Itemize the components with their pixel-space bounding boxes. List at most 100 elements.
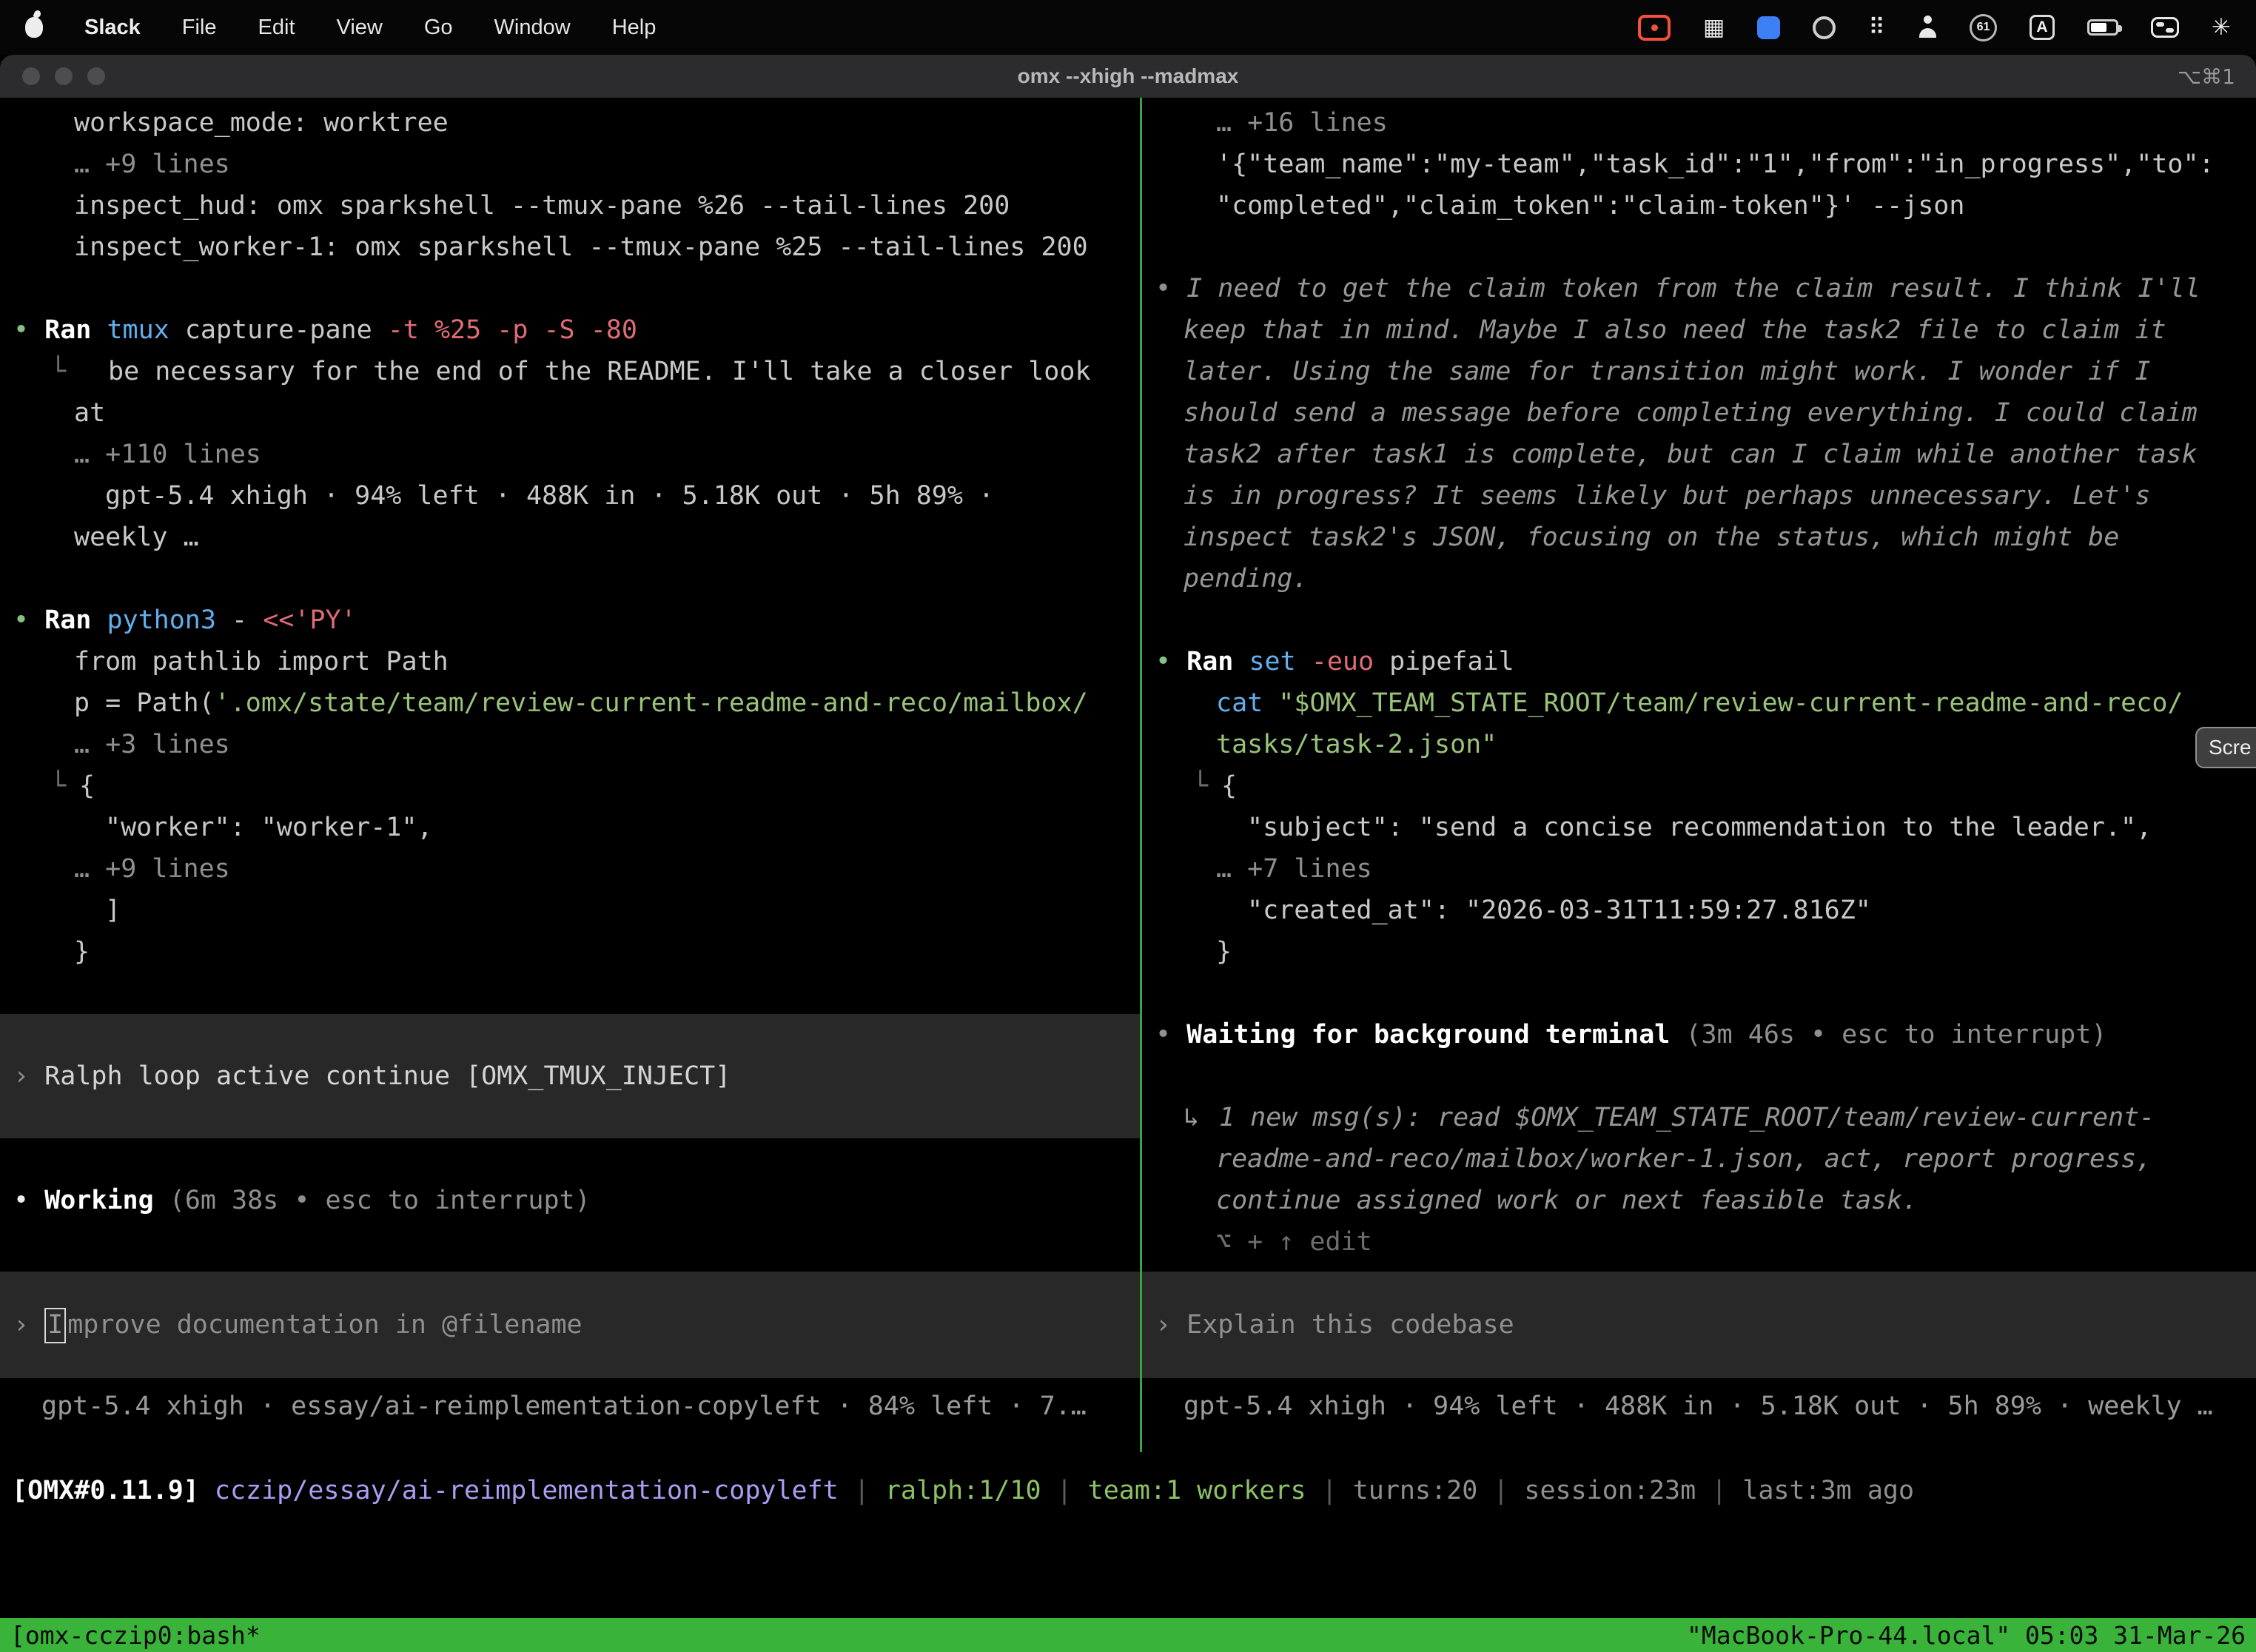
blue-app-menu-icon[interactable] bbox=[1757, 13, 1780, 42]
command-name: cat bbox=[1216, 688, 1278, 718]
reasoning-line: later. Using the same for transition mig… bbox=[1142, 351, 2256, 392]
omx-status-line: [OMX#0.11.9] cczip/essay/ai-reimplementa… bbox=[0, 1470, 2256, 1511]
menu-bar: Slack File Edit View Go Window Help ▦ ⠿ … bbox=[0, 0, 2256, 55]
working-status: • Working (6m 38s • esc to interrupt) bbox=[0, 1180, 1140, 1221]
dark-app-menu-icon[interactable] bbox=[1813, 13, 1836, 42]
ran-label: Ran bbox=[1186, 647, 1249, 676]
zoom-button[interactable] bbox=[87, 67, 105, 85]
minimize-button[interactable] bbox=[55, 67, 73, 85]
omx-team-workers: team:1 workers bbox=[1088, 1476, 1306, 1505]
command-flags: -euo bbox=[1296, 647, 1389, 676]
command-flags: -t %25 -p -S -80 bbox=[388, 315, 637, 345]
text-cursor: I bbox=[44, 1308, 66, 1343]
gauge-badge: 61 bbox=[1970, 14, 1997, 41]
collapsed-lines-indicator[interactable]: … +7 lines bbox=[1142, 848, 2256, 890]
blank-line bbox=[0, 1138, 1140, 1180]
collapsed-lines-indicator[interactable]: … +16 lines bbox=[1142, 102, 2256, 144]
bullet-icon: • bbox=[1155, 647, 1186, 676]
window-title: omx --xhigh --madmax bbox=[0, 64, 2256, 88]
traffic-lights bbox=[0, 67, 105, 85]
person-menu-icon[interactable] bbox=[1918, 13, 1937, 42]
tree-connector-icon: └ bbox=[50, 765, 79, 807]
bullet-icon: • bbox=[13, 1186, 44, 1215]
menu-extra-icon[interactable]: ✳ bbox=[2212, 13, 2231, 42]
terminal: workspace_mode: worktree … +9 lines insp… bbox=[0, 98, 2256, 1452]
app-menu-slack[interactable]: Slack bbox=[84, 16, 141, 40]
menu-bar-left: Slack File Edit View Go Window Help bbox=[25, 13, 656, 42]
left-pane[interactable]: workspace_mode: worktree … +9 lines insp… bbox=[0, 98, 1140, 1452]
command-output-line: } bbox=[0, 931, 1140, 973]
omx-session-time: session:23m bbox=[1524, 1476, 1696, 1505]
inbox-message-line: continue assigned work or next feasible … bbox=[1142, 1180, 2256, 1221]
separator: | bbox=[1057, 1476, 1072, 1505]
apple-menu[interactable] bbox=[25, 13, 43, 42]
omx-version: [OMX#0.11.9] bbox=[12, 1476, 199, 1505]
collapsed-lines-indicator[interactable]: … +9 lines bbox=[0, 848, 1140, 890]
menu-bar-status-items: ▦ ⠿ 61 A ✳ bbox=[1638, 13, 2231, 42]
menu-file[interactable]: File bbox=[182, 16, 217, 40]
collapsed-lines-indicator[interactable]: … +3 lines bbox=[0, 724, 1140, 765]
menu-view[interactable]: View bbox=[337, 16, 383, 40]
command-output-line: weekly … bbox=[0, 517, 1140, 558]
reasoning-line: pending. bbox=[1142, 558, 2256, 600]
command-output-line: └{ bbox=[0, 765, 1140, 807]
blank-line bbox=[0, 558, 1140, 600]
bullet-icon: • bbox=[1155, 274, 1186, 303]
separator: | bbox=[1493, 1476, 1508, 1505]
working-label: Working bbox=[44, 1186, 154, 1215]
command-text: pipefail bbox=[1389, 647, 1514, 676]
collapsed-lines-indicator[interactable]: … +110 lines bbox=[0, 434, 1140, 475]
collapsed-lines-indicator[interactable]: … +9 lines bbox=[0, 144, 1140, 185]
tmux-session-window[interactable]: [omx-cczip0:bash* bbox=[10, 1621, 261, 1650]
command-header: • Ran python3 - <<'PY' bbox=[0, 600, 1140, 641]
composer-input[interactable]: › Improve documentation in @filename bbox=[0, 1272, 1140, 1378]
code-string: '.omx/state/team/review-current-readme-a… bbox=[215, 688, 1088, 718]
command-string: "$OMX_TEAM_STATE_ROOT/team/review-curren… bbox=[1278, 688, 2183, 718]
reasoning-line: • I need to get the claim token from the… bbox=[1142, 268, 2256, 309]
blank-line bbox=[1142, 973, 2256, 1014]
terminal-line: workspace_mode: worktree bbox=[0, 102, 1140, 144]
battery-icon bbox=[2087, 19, 2118, 36]
reasoning-line: is in progress? It seems likely but perh… bbox=[1142, 475, 2256, 517]
tmux-status-bar: [omx-cczip0:bash* "MacBook-Pro-44.local"… bbox=[0, 1618, 2256, 1652]
tree-connector-icon: └ bbox=[1192, 765, 1221, 807]
heredoc-marker: <<'PY' bbox=[263, 605, 356, 635]
output-text: { bbox=[79, 771, 95, 801]
omx-last-activity: last:3m ago bbox=[1742, 1476, 1914, 1505]
command-header: • Ran set -euo pipefail bbox=[1142, 641, 2256, 682]
input-source-menu[interactable]: A bbox=[2030, 13, 2055, 42]
inject-banner-text: Ralph loop active continue [OMX_TMUX_INJ… bbox=[44, 1061, 731, 1091]
code-line: from pathlib import Path bbox=[0, 641, 1140, 682]
grid-menu-icon[interactable]: ▦ bbox=[1703, 13, 1725, 42]
blank-line bbox=[1142, 1055, 2256, 1097]
menu-help[interactable]: Help bbox=[612, 16, 657, 40]
screen-recording-indicator-icon[interactable] bbox=[1638, 13, 1671, 42]
menu-go[interactable]: Go bbox=[424, 16, 453, 40]
waiting-meta: (3m 46s • esc to interrupt) bbox=[1670, 1020, 2106, 1050]
battery-menu[interactable] bbox=[2087, 13, 2118, 42]
model-status-footer: gpt-5.4 xhigh · essay/ai-reimplementatio… bbox=[0, 1386, 1140, 1427]
command-output-line: "created_at": "2026-03-31T11:59:27.816Z" bbox=[1142, 890, 2256, 931]
blank-line bbox=[1142, 600, 2256, 641]
command-output-line: "subject": "send a concise recommendatio… bbox=[1142, 807, 2256, 848]
menu-window[interactable]: Window bbox=[494, 16, 571, 40]
gauge-menu-icon[interactable]: 61 bbox=[1970, 13, 1997, 42]
command-output-line: gpt-5.4 xhigh · 94% left · 488K in · 5.1… bbox=[0, 475, 1140, 517]
bullet-icon: • bbox=[13, 315, 44, 345]
command-text: capture-pane bbox=[169, 315, 388, 345]
separator: | bbox=[1711, 1476, 1727, 1505]
right-pane[interactable]: … +16 lines '{"team_name":"my-team","tas… bbox=[1142, 98, 2256, 1452]
code-line: p = Path('.omx/state/team/review-current… bbox=[0, 682, 1140, 724]
control-center-menu[interactable] bbox=[2151, 13, 2179, 42]
window-title-bar[interactable]: omx --xhigh --madmax ⌥⌘1 bbox=[0, 55, 2256, 98]
menu-edit[interactable]: Edit bbox=[258, 16, 295, 40]
terminal-line: inspect_worker-1: omx sparkshell --tmux-… bbox=[0, 226, 1140, 268]
close-button[interactable] bbox=[22, 67, 40, 85]
dots-grid-icon[interactable]: ⠿ bbox=[1868, 13, 1885, 42]
window-shortcut-hint: ⌥⌘1 bbox=[2178, 64, 2256, 89]
command-output-line: ] bbox=[0, 890, 1140, 931]
edit-shortcut-hint: ⌥ + ↑ edit bbox=[1142, 1221, 2256, 1263]
prompt-icon: › bbox=[1155, 1310, 1186, 1340]
model-status-footer: gpt-5.4 xhigh · 94% left · 488K in · 5.1… bbox=[1142, 1386, 2256, 1427]
composer-input[interactable]: › Explain this codebase bbox=[1142, 1272, 2256, 1378]
